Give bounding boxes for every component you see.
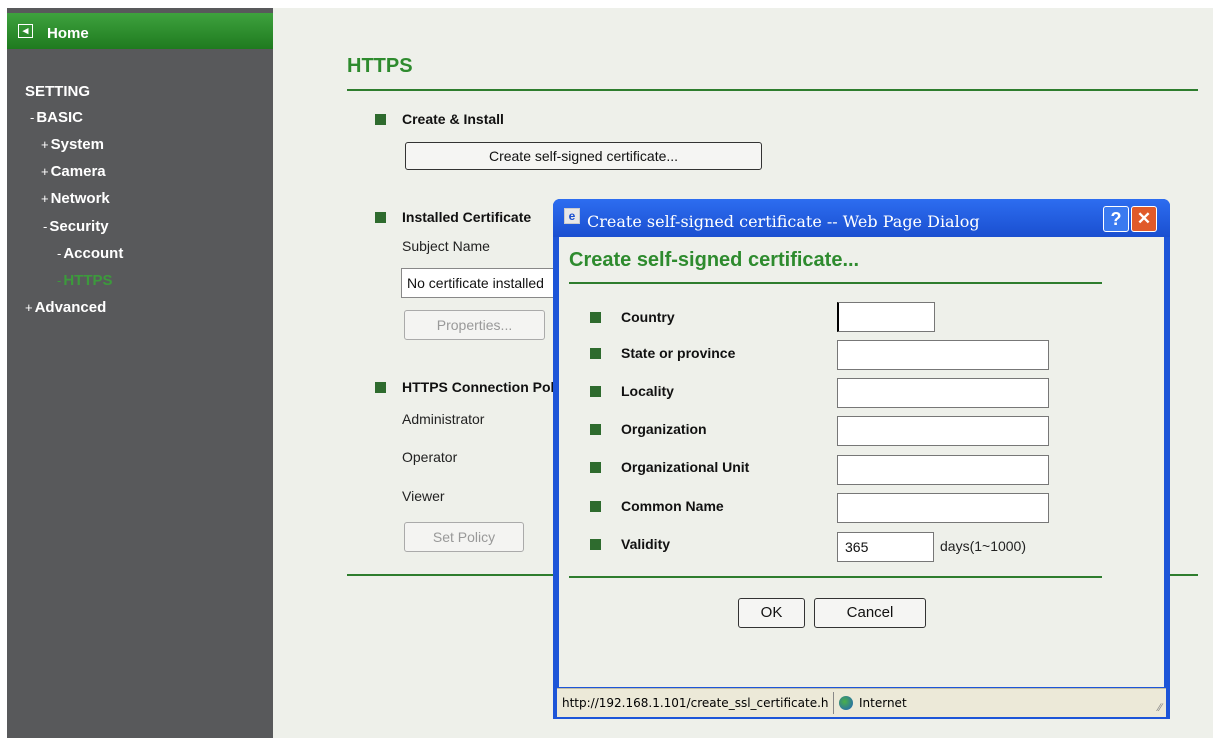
bullet-square-icon [375, 114, 386, 125]
sidebar-item-label: Network [50, 190, 110, 207]
sidebar-item-security[interactable]: - Security [43, 218, 109, 235]
state-label: State or province [621, 345, 736, 361]
country-label: Country [621, 309, 675, 325]
title-divider [347, 89, 1198, 91]
sidebar-item-label: System [50, 136, 104, 153]
sidebar-item-label: Camera [50, 163, 106, 180]
sidebar-item-label: Advanced [34, 299, 107, 316]
locality-field[interactable] [837, 378, 1049, 408]
sidebar-nav: ◂ Home SETTING - BASIC + System + Camera + N… [7, 8, 273, 738]
locality-label: Locality [621, 383, 674, 399]
sidebar-item-camera[interactable]: + Camera [41, 163, 106, 180]
sidebar-item-account[interactable]: - Account [57, 245, 123, 262]
expand-marker: + [41, 137, 49, 152]
bullet-square-icon [590, 348, 601, 359]
sidebar-item-basic[interactable]: - BASIC [30, 109, 83, 126]
bullet-square-icon [590, 424, 601, 435]
ie-page-icon: e [564, 208, 580, 224]
dialog-body: Create self-signed certificate... Countr… [559, 237, 1164, 687]
expand-marker: + [41, 191, 49, 206]
expand-marker: + [41, 164, 49, 179]
set-policy-button[interactable]: Set Policy [404, 522, 524, 552]
security-zone-label: Internet [859, 696, 907, 710]
common-name-field[interactable] [837, 493, 1049, 523]
validity-field[interactable]: 365 [837, 532, 934, 562]
item-marker: - [57, 273, 62, 288]
bullet-square-icon [590, 386, 601, 397]
cancel-button[interactable]: Cancel [814, 598, 926, 628]
organization-label: Organization [621, 421, 707, 437]
fields-divider [569, 576, 1102, 578]
sidebar-item-label: Account [63, 245, 124, 262]
connection-policy-label: HTTPS Connection Policy [402, 379, 574, 395]
state-field[interactable] [837, 340, 1049, 370]
bullet-square-icon [375, 212, 386, 223]
home-link[interactable]: ◂ Home [7, 13, 273, 49]
administrator-label: Administrator [402, 411, 485, 427]
subject-name-field: No certificate installed [401, 268, 561, 298]
create-certificate-button[interactable]: Create self-signed certificate... [405, 142, 762, 170]
heading-divider [569, 282, 1102, 284]
collapse-marker: - [43, 219, 48, 234]
org-unit-field[interactable] [837, 455, 1049, 485]
properties-button[interactable]: Properties... [404, 310, 545, 340]
create-install-label: Create & Install [402, 111, 504, 127]
resize-grip-icon[interactable]: ∕∕ [1158, 702, 1162, 714]
bullet-square-icon [590, 312, 601, 323]
page-title: HTTPS [347, 55, 413, 77]
status-separator [833, 692, 834, 714]
org-unit-label: Organizational Unit [621, 459, 750, 475]
installed-certificate-label: Installed Certificate [402, 209, 532, 225]
bullet-square-icon [590, 539, 601, 550]
bullet-square-icon [375, 382, 386, 393]
sidebar-item-advanced[interactable]: + Advanced [25, 299, 106, 316]
sidebar-item-system[interactable]: + System [41, 136, 104, 153]
validity-range-label: days(1~1000) [940, 538, 1027, 554]
bullet-square-icon [590, 501, 601, 512]
close-button[interactable]: ✕ [1131, 206, 1157, 232]
validity-label: Validity [621, 536, 671, 552]
organization-field[interactable] [837, 416, 1049, 446]
back-arrow-icon: ◂ [18, 24, 33, 38]
collapse-marker: - [30, 110, 35, 125]
help-button[interactable]: ? [1103, 206, 1129, 232]
subject-name-label: Subject Name [402, 238, 490, 254]
common-name-label: Common Name [621, 498, 724, 514]
sidebar-item-https[interactable]: - HTTPS [57, 272, 113, 289]
expand-marker: + [25, 300, 33, 315]
dialog-titlebar[interactable]: e Create self-signed certificate -- Web … [553, 199, 1170, 237]
sidebar-item-label: HTTPS [63, 272, 113, 289]
item-marker: - [57, 246, 62, 261]
bullet-square-icon [590, 462, 601, 473]
status-bar: http://192.168.1.101/create_ssl_certific… [557, 688, 1166, 717]
setting-heading: SETTING [25, 83, 91, 100]
status-url: http://192.168.1.101/create_ssl_certific… [562, 696, 829, 710]
sidebar-item-label: Security [49, 218, 109, 235]
viewer-label: Viewer [402, 488, 445, 504]
sidebar-item-label: BASIC [36, 109, 84, 126]
globe-icon [839, 696, 853, 710]
certificate-dialog: e Create self-signed certificate -- Web … [553, 199, 1170, 719]
operator-label: Operator [402, 449, 458, 465]
dialog-heading: Create self-signed certificate... [569, 249, 860, 271]
country-field[interactable] [837, 302, 935, 332]
ok-button[interactable]: OK [738, 598, 805, 628]
sidebar-item-network[interactable]: + Network [41, 190, 110, 207]
dialog-title: Create self-signed certificate -- Web Pa… [587, 212, 980, 231]
home-label: Home [47, 25, 89, 42]
